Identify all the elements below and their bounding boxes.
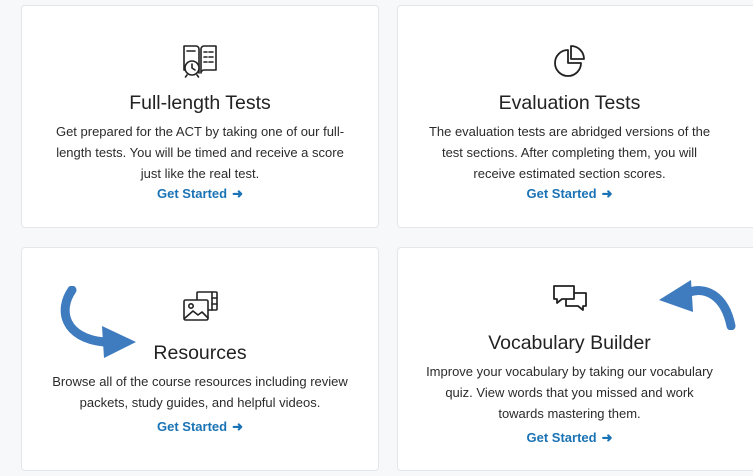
card-resources: Resources Browse all of the course resou… [21,247,379,471]
get-started-label[interactable]: Get Started [157,186,227,201]
card-vocabulary-builder: Vocabulary Builder Improve your vocabula… [397,247,753,471]
get-started-label[interactable]: Get Started [157,419,227,434]
arrow-right-icon[interactable]: ➜ [602,186,613,201]
card-evaluation-tests: Evaluation Tests The evaluation tests ar… [397,5,753,228]
arrow-right-icon[interactable]: ➜ [232,186,243,201]
card-title: Full-length Tests [129,92,271,114]
card-description: The evaluation tests are abridged versio… [428,124,711,181]
get-started-link[interactable]: Get Started ➜ [398,186,753,202]
card-full-length-tests: Full-length Tests Get prepared for the A… [21,5,379,228]
card-title: Evaluation Tests [498,92,641,114]
chat-bubbles-icon [550,280,590,320]
media-gallery-icon [180,286,220,326]
arrow-right-icon[interactable]: ➜ [232,419,243,434]
pie-chart-icon [550,40,590,80]
get-started-label[interactable]: Get Started [527,430,597,445]
get-started-link[interactable]: Get Started ➜ [22,419,378,435]
card-description: Improve your vocabulary by taking our vo… [426,364,713,421]
book-clock-icon [180,40,220,80]
arrow-right-icon[interactable]: ➜ [602,430,613,445]
card-title: Resources [153,342,247,364]
card-description: Get prepared for the ACT by taking one o… [55,124,345,181]
get-started-link[interactable]: Get Started ➜ [22,186,378,202]
card-description: Browse all of the course resources inclu… [52,374,348,410]
card-title: Vocabulary Builder [488,332,651,354]
get-started-link[interactable]: Get Started ➜ [398,430,753,446]
get-started-label[interactable]: Get Started [527,186,597,201]
